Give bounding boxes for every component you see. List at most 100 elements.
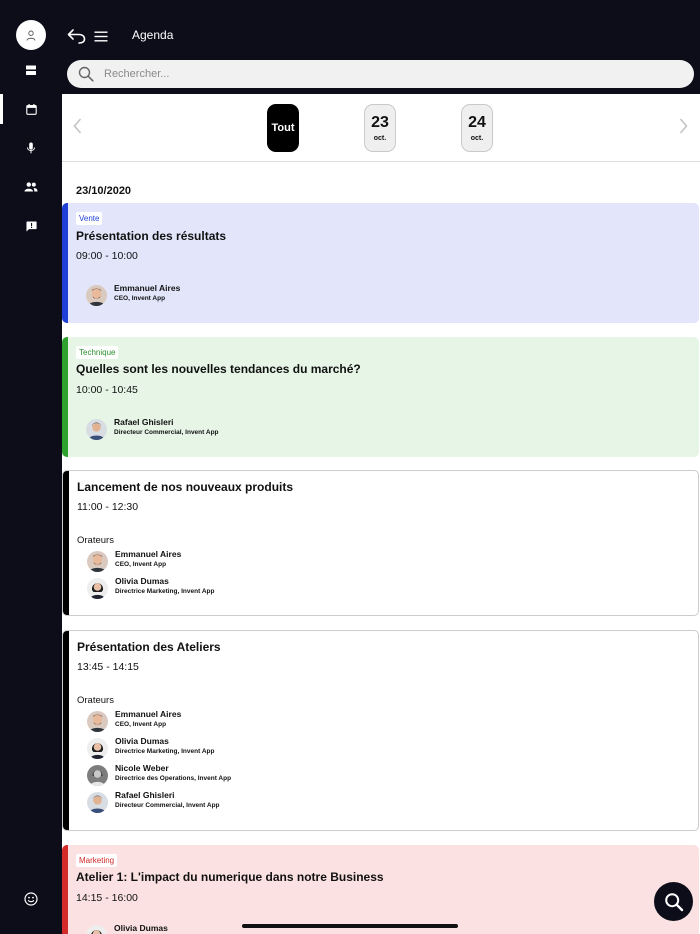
speaker-role: Directrice des Operations, Invent App — [115, 775, 232, 782]
chevron-right-icon — [679, 118, 688, 134]
category-badge: Vente — [76, 212, 103, 225]
date-filter-all[interactable]: Tout — [267, 104, 299, 152]
speaker-role: Directeur Commercial, Invent App — [115, 802, 220, 809]
category-badge: Marketing — [76, 854, 118, 867]
category-bar — [62, 845, 68, 934]
search-bar[interactable] — [67, 60, 694, 88]
speaker-name: Emmanuel Aires — [115, 709, 182, 719]
speaker-role: CEO, Invent App — [115, 561, 167, 568]
search-icon — [664, 892, 683, 911]
speaker-name: Olivia Dumas — [115, 736, 169, 746]
avatar — [86, 285, 107, 306]
speaker[interactable]: Rafael Ghisleri Directeur Commercial, In… — [87, 790, 487, 816]
search-icon — [77, 65, 95, 83]
search-input[interactable] — [104, 68, 664, 80]
menu-icon — [94, 31, 108, 41]
session-card[interactable]: Technique Quelles sont les nouvelles ten… — [62, 337, 699, 457]
speaker-name: Olivia Dumas — [115, 576, 169, 586]
sidebar-item-logout[interactable] — [0, 884, 62, 914]
sidebar — [0, 0, 62, 934]
session-title: Quelles sont les nouvelles tendances du … — [76, 362, 361, 376]
sidebar-item-participants[interactable] — [0, 172, 62, 202]
next-date-button[interactable] — [675, 116, 691, 136]
sidebar-item-feedback[interactable] — [0, 211, 62, 241]
speaker-role: CEO, Invent App — [114, 295, 166, 302]
speaker-name: Emmanuel Aires — [114, 283, 181, 293]
dashboard-icon — [26, 65, 36, 75]
avatar — [87, 711, 108, 732]
microphone-icon — [27, 142, 35, 154]
speaker-name: Rafael Ghisleri — [114, 417, 174, 427]
speaker-role: Directeur Commercial, Invent App — [114, 429, 219, 436]
session-time: 13:45 - 14:15 — [77, 661, 139, 673]
app-header: Agenda — [62, 0, 700, 94]
floating-search-button[interactable] — [654, 882, 693, 921]
speaker-role: Directrice Marketing, Invent App — [115, 588, 215, 595]
session-card[interactable]: Marketing Atelier 1: L'impact du numeriq… — [62, 845, 699, 934]
agenda-date-heading: 23/10/2020 — [76, 185, 132, 197]
speaker[interactable]: Emmanuel Aires CEO, Invent App — [87, 709, 487, 735]
session-card[interactable]: Vente Présentation des résultats 09:00 -… — [62, 203, 699, 323]
avatar — [87, 738, 108, 759]
prev-date-button[interactable] — [69, 116, 85, 136]
speakers-heading: Orateurs — [77, 695, 114, 706]
avatar — [87, 578, 108, 599]
speakers-heading: Orateurs — [77, 535, 114, 546]
session-time: 14:15 - 16:00 — [76, 892, 138, 904]
speaker[interactable]: Emmanuel Aires CEO, Invent App — [87, 549, 487, 575]
category-bar — [62, 337, 68, 457]
day-number: 24 — [468, 114, 486, 131]
logout-icon — [24, 892, 38, 906]
avatar — [86, 925, 107, 934]
session-time: 10:00 - 10:45 — [76, 384, 138, 396]
category-bar — [63, 471, 69, 615]
back-button[interactable] — [66, 25, 88, 47]
session-title: Présentation des résultats — [76, 229, 227, 243]
day-number: 23 — [371, 114, 389, 131]
day-month: oct. — [470, 135, 484, 142]
chevron-left-icon — [72, 118, 81, 134]
session-title: Lancement de nos nouveaux produits — [77, 480, 294, 494]
feedback-icon — [25, 221, 37, 231]
session-time: 09:00 - 10:00 — [76, 250, 138, 262]
speaker[interactable]: Nicole Weber Directrice des Operations, … — [87, 763, 487, 789]
session-card[interactable]: Présentation des Ateliers 13:45 - 14:15 … — [62, 630, 699, 831]
agenda-list: 23/10/2020 Vente Présentation des résult… — [62, 163, 700, 934]
sidebar-item-agenda[interactable] — [0, 94, 62, 124]
page-title: Agenda — [132, 28, 174, 42]
session-card[interactable]: Lancement de nos nouveaux produits 11:00… — [62, 470, 699, 616]
speaker[interactable]: Olivia Dumas Directrice Marketing, Inven… — [87, 736, 487, 762]
home-indicator — [242, 924, 458, 928]
back-icon — [67, 29, 86, 44]
speaker[interactable]: Olivia Dumas Directrice Marketing, Inven… — [87, 576, 487, 602]
speaker-name: Nicole Weber — [115, 763, 169, 773]
calendar-icon — [25, 103, 37, 115]
category-bar — [62, 203, 68, 323]
people-icon — [24, 182, 38, 192]
sidebar-item-dashboard[interactable] — [0, 55, 62, 85]
date-filter-24[interactable]: 24 oct. — [461, 104, 493, 152]
day-month: oct. — [373, 135, 387, 142]
speaker-name: Emmanuel Aires — [115, 549, 182, 559]
menu-button[interactable] — [90, 25, 112, 47]
speaker-role: CEO, Invent App — [115, 721, 167, 728]
session-title: Présentation des Ateliers — [77, 640, 221, 654]
speaker-name: Rafael Ghisleri — [115, 790, 175, 800]
category-badge: Technique — [76, 346, 119, 359]
avatar — [87, 551, 108, 572]
speaker-role: Directrice Marketing, Invent App — [115, 748, 215, 755]
avatar — [87, 765, 108, 786]
session-time: 11:00 - 12:30 — [77, 501, 139, 513]
avatar — [87, 792, 108, 813]
avatar — [86, 419, 107, 440]
session-title: Atelier 1: L'impact du numerique dans no… — [76, 870, 384, 884]
date-selector: Tout 23 oct. 24 oct. — [62, 94, 700, 162]
speaker-name: Olivia Dumas — [114, 923, 168, 933]
date-filter-23[interactable]: 23 oct. — [364, 104, 396, 152]
profile-avatar-button[interactable] — [16, 20, 46, 50]
speaker[interactable]: Rafael Ghisleri Directeur Commercial, In… — [86, 417, 486, 443]
sidebar-item-speakers[interactable] — [0, 133, 62, 163]
speaker[interactable]: Emmanuel Aires CEO, Invent App — [86, 283, 486, 309]
category-bar — [63, 631, 69, 830]
user-icon — [26, 30, 36, 41]
